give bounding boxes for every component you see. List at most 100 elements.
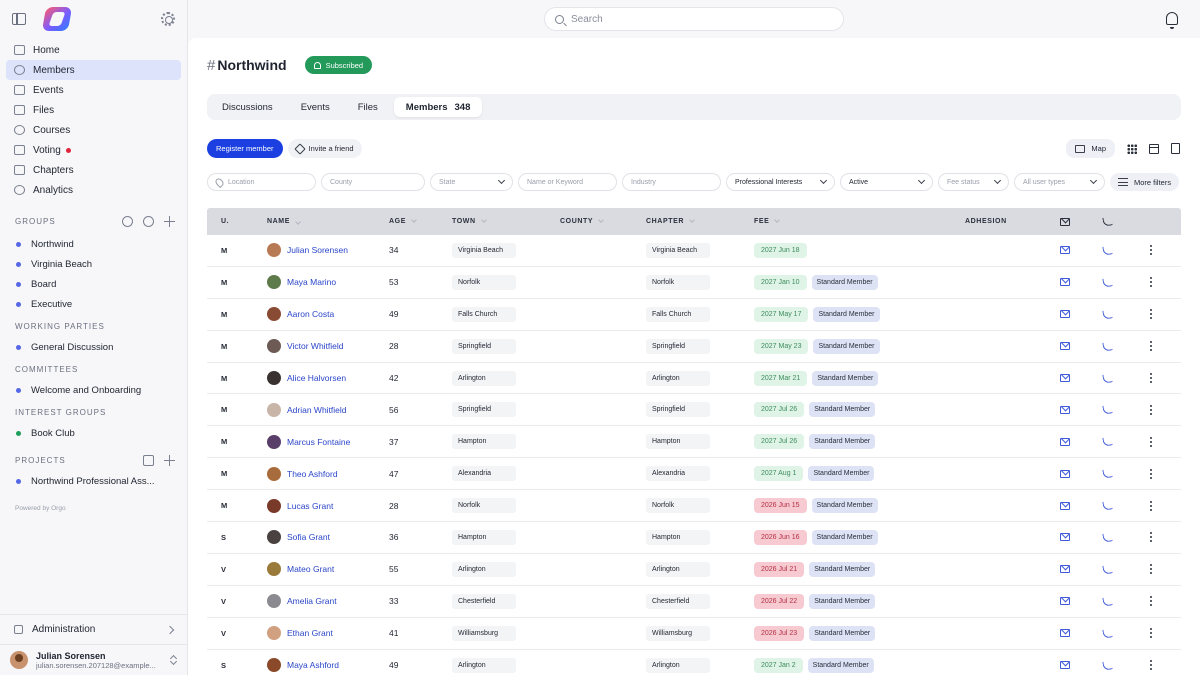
table-row[interactable]: S Maya Ashford 49 Arlington Arlington 2027 Ja… — [207, 650, 1181, 675]
more-vertical-icon[interactable] — [1150, 345, 1152, 348]
member-name-link[interactable]: Adrian Whitfield — [287, 405, 347, 415]
state-filter[interactable]: State — [430, 173, 513, 191]
sidebar-item-events[interactable]: Events — [6, 80, 181, 100]
sidebar-interest-item[interactable]: Book Club — [0, 423, 187, 443]
member-name-link[interactable]: Amelia Grant — [287, 596, 337, 606]
table-row[interactable]: V Ethan Grant 41 Williamsburg Williamsburg 20… — [207, 618, 1181, 650]
sidebar-working-item[interactable]: General Discussion — [0, 337, 187, 357]
phone-icon[interactable] — [1101, 500, 1113, 511]
phone-icon[interactable] — [1101, 372, 1113, 384]
table-view-icon[interactable] — [1149, 143, 1159, 154]
invite-friend-button[interactable]: Invite a friend — [287, 139, 362, 158]
table-row[interactable]: M Theo Ashford 47 Alexandria Alexandria 2027 … — [207, 458, 1181, 491]
member-name-link[interactable]: Sofia Grant — [287, 532, 330, 542]
mail-icon[interactable] — [1060, 405, 1070, 414]
tab-files[interactable]: Files — [346, 97, 390, 117]
more-vertical-icon[interactable] — [1150, 472, 1152, 475]
member-name-link[interactable]: Theo Ashford — [287, 469, 338, 479]
mail-icon[interactable] — [1060, 533, 1070, 542]
header-age[interactable]: AGE — [389, 217, 452, 225]
table-row[interactable]: M Aaron Costa 49 Falls Church Falls Church 20… — [207, 299, 1181, 331]
grid-view-icon[interactable] — [1127, 143, 1137, 154]
administration-item[interactable]: Administration — [0, 615, 187, 645]
member-name-link[interactable]: Alice Halvorsen — [287, 373, 346, 383]
member-name-link[interactable]: Ethan Grant — [287, 628, 333, 638]
member-name-link[interactable]: Marcus Fontaine — [287, 437, 350, 447]
sidebar-item-members[interactable]: Members — [6, 60, 181, 80]
sidebar-item-voting[interactable]: Voting — [6, 140, 181, 160]
header-name[interactable]: NAME — [251, 218, 389, 225]
interests-filter[interactable]: Professional Interests — [726, 173, 835, 191]
sidebar-groups-item[interactable]: Board — [0, 274, 187, 294]
header-town[interactable]: TOWN — [452, 217, 560, 225]
header-adhesion[interactable]: ADHESION — [965, 218, 1045, 225]
export-document-icon[interactable] — [1171, 143, 1180, 154]
mail-icon[interactable] — [1060, 661, 1070, 670]
table-row[interactable]: M Adrian Whitfield 56 Springfield Springfiel… — [207, 394, 1181, 427]
table-row[interactable]: V Amelia Grant 33 Chesterfield Chesterfield 2… — [207, 586, 1181, 618]
industry-filter[interactable]: Industry — [622, 173, 721, 191]
status-filter[interactable]: Active — [840, 173, 933, 191]
more-vertical-icon[interactable] — [1150, 568, 1152, 571]
phone-icon[interactable] — [1101, 596, 1113, 607]
phone-icon[interactable] — [1101, 564, 1113, 575]
table-row[interactable]: M Lucas Grant 28 Norfolk Norfolk 2026 Jun 15 S… — [207, 490, 1181, 523]
sidebar-groups-item[interactable]: Executive — [0, 294, 187, 314]
sidebar-item-analytics[interactable]: Analytics — [6, 180, 181, 200]
member-name-link[interactable]: Mateo Grant — [287, 564, 334, 574]
more-vertical-icon[interactable] — [1150, 632, 1152, 635]
more-vertical-icon[interactable] — [1150, 313, 1152, 316]
more-vertical-icon[interactable] — [1150, 504, 1152, 507]
table-row[interactable]: V Mateo Grant 55 Arlington Arlington 2026 Jul… — [207, 554, 1181, 586]
mail-icon[interactable] — [1060, 374, 1070, 382]
county-filter[interactable]: County — [321, 173, 425, 191]
table-row[interactable]: S Sofia Grant 36 Hampton Hampton 2026 Jun 16 S… — [207, 522, 1181, 554]
more-vertical-icon[interactable] — [1150, 249, 1152, 252]
member-name-link[interactable]: Lucas Grant — [287, 501, 333, 511]
user-types-filter[interactable]: All user types — [1014, 173, 1105, 191]
member-name-link[interactable]: Maya Ashford — [287, 660, 339, 670]
more-vertical-icon[interactable] — [1150, 408, 1152, 411]
more-vertical-icon[interactable] — [1150, 664, 1152, 667]
sidebar-item-chapters[interactable]: Chapters — [6, 160, 181, 180]
search-input[interactable]: Search — [544, 7, 844, 31]
more-vertical-icon[interactable] — [1150, 536, 1152, 539]
subscribed-button[interactable]: Subscribed — [304, 56, 373, 74]
tab-events[interactable]: Events — [289, 97, 342, 117]
more-vertical-icon[interactable] — [1150, 281, 1152, 284]
location-filter[interactable]: Location — [207, 173, 316, 191]
phone-icon[interactable] — [1101, 309, 1113, 320]
app-logo[interactable] — [41, 7, 72, 31]
phone-icon[interactable] — [1101, 404, 1113, 416]
tab-members[interactable]: Members 348 — [393, 97, 483, 117]
table-row[interactable]: M Victor Whitfield 28 Springfield Springfiel… — [207, 331, 1181, 363]
sidebar-groups-item[interactable]: Northwind — [0, 234, 187, 254]
table-row[interactable]: M Alice Halvorsen 42 Arlington Arlington 2027… — [207, 363, 1181, 395]
sidebar-groups-item[interactable]: Virginia Beach — [0, 254, 187, 274]
table-row[interactable]: M Maya Marino 53 Norfolk Norfolk 2027 Jan 10 S… — [207, 267, 1181, 299]
header-fee[interactable]: FEE — [754, 217, 965, 225]
tab-discussions[interactable]: Discussions — [210, 97, 285, 117]
sidebar-projects-item[interactable]: Northwind Professional Ass... — [0, 471, 187, 491]
notifications-bell-icon[interactable] — [1166, 12, 1178, 29]
member-name-link[interactable]: Maya Marino — [287, 277, 336, 287]
mail-icon[interactable] — [1060, 342, 1070, 351]
mail-icon[interactable] — [1060, 629, 1070, 638]
phone-icon[interactable] — [1101, 659, 1113, 671]
more-filters-button[interactable]: More filters — [1110, 173, 1180, 191]
add-group-icon[interactable] — [164, 215, 175, 227]
sidebar-committees-item[interactable]: Welcome and Onboarding — [0, 380, 187, 400]
header-u[interactable]: U. — [207, 218, 251, 225]
member-name-link[interactable]: Victor Whitfield — [287, 341, 344, 351]
header-county[interactable]: COUNTY — [560, 217, 646, 225]
table-row[interactable]: M Marcus Fontaine 37 Hampton Hampton 2027 Jul… — [207, 426, 1181, 459]
fee-status-filter[interactable]: Fee status — [938, 173, 1009, 191]
phone-icon[interactable] — [1101, 340, 1113, 352]
phone-icon[interactable] — [1101, 277, 1113, 288]
mail-icon[interactable] — [1060, 278, 1070, 287]
gear-icon[interactable] — [160, 12, 175, 26]
more-vertical-icon[interactable] — [1150, 600, 1152, 603]
mail-icon[interactable] — [1060, 310, 1070, 319]
mail-icon[interactable] — [1060, 501, 1070, 510]
phone-icon[interactable] — [1101, 436, 1113, 447]
